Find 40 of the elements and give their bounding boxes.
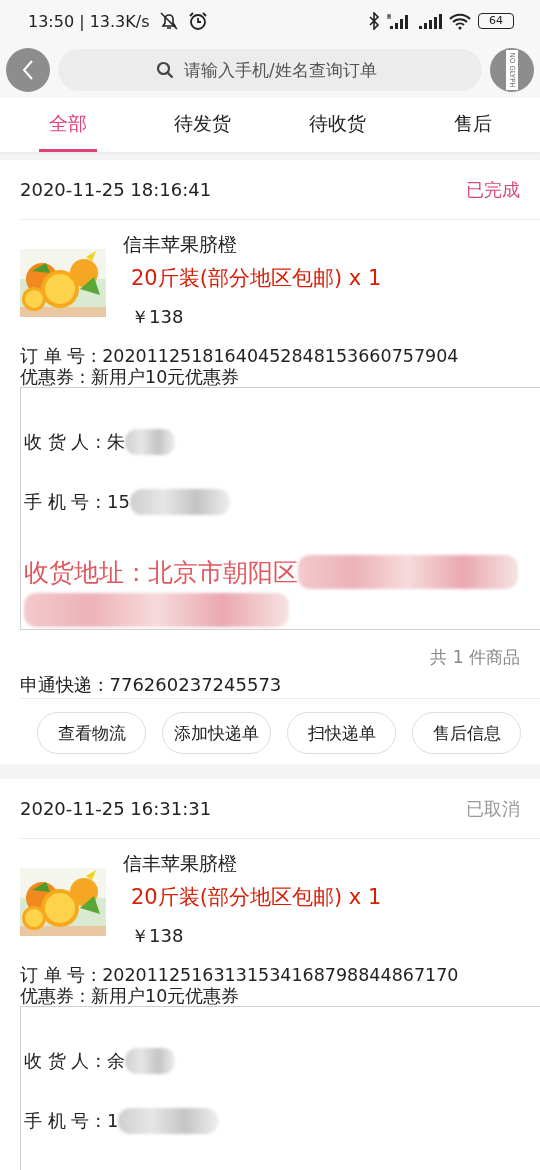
bell-off-icon: [157, 11, 180, 31]
alarm-icon: [187, 11, 208, 31]
battery-icon: 64: [478, 13, 514, 29]
order-time: 2020-11-25 16:31:31: [20, 798, 212, 819]
action-button[interactable]: 添加快递单: [162, 712, 271, 754]
order-time: 2020-11-25 18:16:41: [20, 179, 212, 200]
search-field[interactable]: 请输入手机/姓名查询订单: [58, 49, 482, 91]
order-status: 已完成: [466, 177, 520, 202]
bluetooth-icon: [368, 12, 380, 30]
status-time: 13:50 | 13.3K/s: [28, 11, 150, 31]
signal-icon: [387, 12, 411, 30]
tab[interactable]: 售后: [443, 98, 502, 152]
coupon-info: 优惠券 : 新用户10元优惠券: [20, 986, 241, 1006]
phone-number: 手 机 号 : 1: [24, 1109, 119, 1133]
receiver-name: 收 货 人 : 余: [24, 1049, 125, 1073]
courier-tracking: 申通快递 : 776260237245573: [20, 672, 540, 699]
phone-number: 手 机 号 : 15: [24, 490, 130, 514]
action-button[interactable]: 扫快递单: [287, 712, 396, 754]
receiver-name: 收 货 人 : 朱: [24, 430, 125, 454]
wifi-icon: [449, 12, 471, 30]
order-number: 订 单 号 : 20201125163131534168798844867170: [20, 965, 460, 986]
product-spec: 20斤装(部分地区包邮) x 1: [131, 265, 382, 292]
action-button[interactable]: 查看物流: [37, 712, 146, 754]
order-number: 订 单 号 : 20201125181640452848153660757904: [20, 346, 460, 367]
product-spec: 20斤装(部分地区包邮) x 1: [131, 884, 382, 911]
product-price: ￥138: [131, 924, 184, 948]
tab[interactable]: 待收货: [299, 98, 376, 152]
order-status: 已取消: [466, 796, 520, 821]
coupon-info: 优惠券 : 新用户10元优惠券: [20, 367, 241, 387]
action-button[interactable]: 售后信息: [412, 712, 521, 754]
tab[interactable]: 全部: [38, 98, 97, 152]
product-price: ￥138: [131, 305, 184, 329]
chevron-left-icon: [20, 58, 36, 82]
tab[interactable]: 待发货: [164, 98, 241, 152]
product-name: 信丰苹果脐橙: [123, 851, 237, 876]
back-button[interactable]: [6, 48, 50, 92]
product-name: 信丰苹果脐橙: [123, 232, 237, 257]
signal-icon: [418, 12, 442, 30]
item-count: 共 1 件商品: [429, 646, 521, 669]
delivery-address: 收货地址 : 北京市朝阳区: [24, 556, 299, 589]
